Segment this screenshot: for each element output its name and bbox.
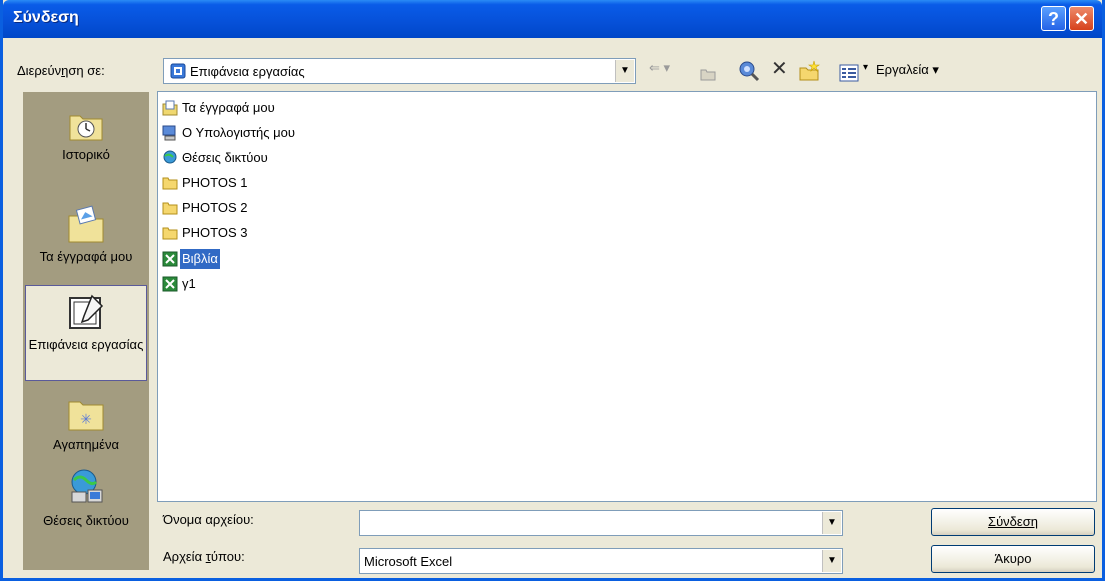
svg-text:✳: ✳ (80, 412, 92, 428)
search-web-icon[interactable] (738, 60, 760, 82)
views-icon[interactable] (839, 62, 859, 84)
place-desktop[interactable]: Επιφάνεια εργασίας (25, 285, 147, 381)
folder-icon (162, 202, 178, 215)
excel-file-icon (162, 251, 178, 267)
excel-file-icon (162, 276, 178, 292)
place-label: Θέσεις δικτύου (43, 513, 129, 528)
filetype-value: Microsoft Excel (364, 554, 453, 569)
lookin-label: Διερεύνηση σε: (17, 63, 105, 78)
lookin-combo[interactable]: Επιφάνεια εργασίας ▼ (163, 58, 636, 84)
place-label: Επιφάνεια εργασίας (28, 337, 144, 352)
filename-dropdown-button[interactable]: ▼ (822, 512, 841, 534)
folder-icon (162, 227, 178, 240)
window-title: Σύνδεση (13, 9, 79, 26)
network-places-icon (71, 469, 103, 503)
connect-dialog: Σύνδεση ? ✕ Διερεύνηση σε: Επιφάνεια εργ… (0, 0, 1105, 581)
filename-input[interactable]: ▼ (359, 510, 843, 536)
place-favorites[interactable]: ✳ Αγαπημένα (25, 398, 147, 453)
filetype-label: Αρχεία τύπου: (163, 549, 245, 564)
desktop-icon (170, 63, 186, 79)
back-arrow-icon: ⇐ ▾ (649, 60, 671, 75)
connect-button[interactable]: Σύνδεση (931, 508, 1095, 536)
cancel-button[interactable]: Άκυρο (931, 545, 1095, 573)
lookin-value: Επιφάνεια εργασίας (190, 64, 305, 79)
my-documents-icon (68, 205, 104, 243)
desktop-icon (69, 294, 104, 329)
filetype-select[interactable]: Microsoft Excel ▼ (359, 548, 843, 574)
places-bar: Ιστορικό Τα έγγραφά μου Επιφάνεια εργασί… (23, 92, 149, 570)
filename-label: Όνομα αρχείου: (163, 512, 254, 527)
close-button[interactable]: ✕ (1069, 6, 1094, 31)
network-places-icon (163, 150, 177, 164)
history-icon (69, 115, 103, 141)
lookin-dropdown-button[interactable]: ▼ (615, 60, 634, 82)
file-list[interactable]: Τα έγγραφά μου Ο Υπολογιστής μου Θέσεις … (157, 91, 1097, 502)
back-button[interactable]: ⇐ ▾ (649, 60, 670, 82)
place-network-places[interactable]: Θέσεις δικτύου (25, 468, 147, 529)
place-label: Ιστορικό (62, 147, 110, 162)
place-label: Τα έγγραφά μου (39, 249, 133, 264)
my-computer-icon (162, 125, 176, 141)
my-documents-icon (162, 100, 178, 116)
tools-menu[interactable]: Εργαλεία ▾ (876, 62, 939, 84)
place-history[interactable]: Ιστορικό (25, 108, 147, 163)
help-button[interactable]: ? (1041, 6, 1066, 31)
place-my-documents[interactable]: Τα έγγραφά μου (25, 204, 147, 265)
favorites-icon: ✳ (68, 401, 104, 431)
delete-icon[interactable]: ✕ (771, 56, 788, 80)
folder-icon (162, 177, 178, 190)
title-bar[interactable]: Σύνδεση ? ✕ (3, 0, 1102, 38)
up-one-level-icon[interactable] (699, 62, 717, 84)
views-dropdown-arrow[interactable]: ▾ (863, 62, 868, 84)
new-folder-icon[interactable] (798, 60, 822, 82)
place-label: Αγαπημένα (53, 437, 119, 452)
filetype-dropdown-button[interactable]: ▼ (822, 550, 841, 572)
